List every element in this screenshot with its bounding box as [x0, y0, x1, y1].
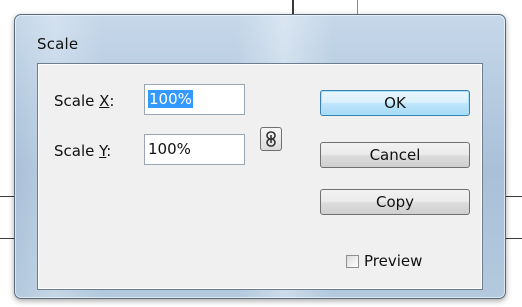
- scale-y-value: 100%: [148, 140, 191, 158]
- ok-button[interactable]: OK: [320, 90, 470, 116]
- scale-x-mnemonic: X: [99, 92, 110, 110]
- scale-x-input[interactable]: 100%: [144, 84, 245, 115]
- preview-checkbox[interactable]: [346, 255, 359, 268]
- copy-button[interactable]: Copy: [320, 189, 470, 215]
- cancel-button[interactable]: Cancel: [320, 142, 470, 168]
- scale-x-label: Scale X:: [54, 92, 115, 110]
- canvas-guide-vertical: [292, 0, 294, 14]
- canvas-guide-right-lower: [506, 238, 522, 239]
- dialog-title: Scale: [37, 35, 79, 53]
- constrain-proportions-button[interactable]: [260, 127, 282, 151]
- scale-y-label: Scale Y:: [54, 142, 112, 160]
- chain-link-icon: [266, 131, 276, 147]
- dialog-client-area: Scale X: 100% Scale Y: 100% OK Cancel Co…: [37, 63, 483, 290]
- canvas-guide-left: [0, 196, 14, 197]
- canvas-guide-left-lower: [0, 238, 14, 239]
- preview-label[interactable]: Preview: [364, 252, 422, 270]
- canvas-guide-purple: [357, 0, 358, 14]
- scale-dialog: Scale Scale X: 100% Scale Y: 100% OK Can…: [14, 14, 506, 299]
- canvas-guide-right: [506, 196, 522, 197]
- scale-y-input[interactable]: 100%: [144, 134, 245, 165]
- scale-x-value: 100%: [148, 90, 193, 108]
